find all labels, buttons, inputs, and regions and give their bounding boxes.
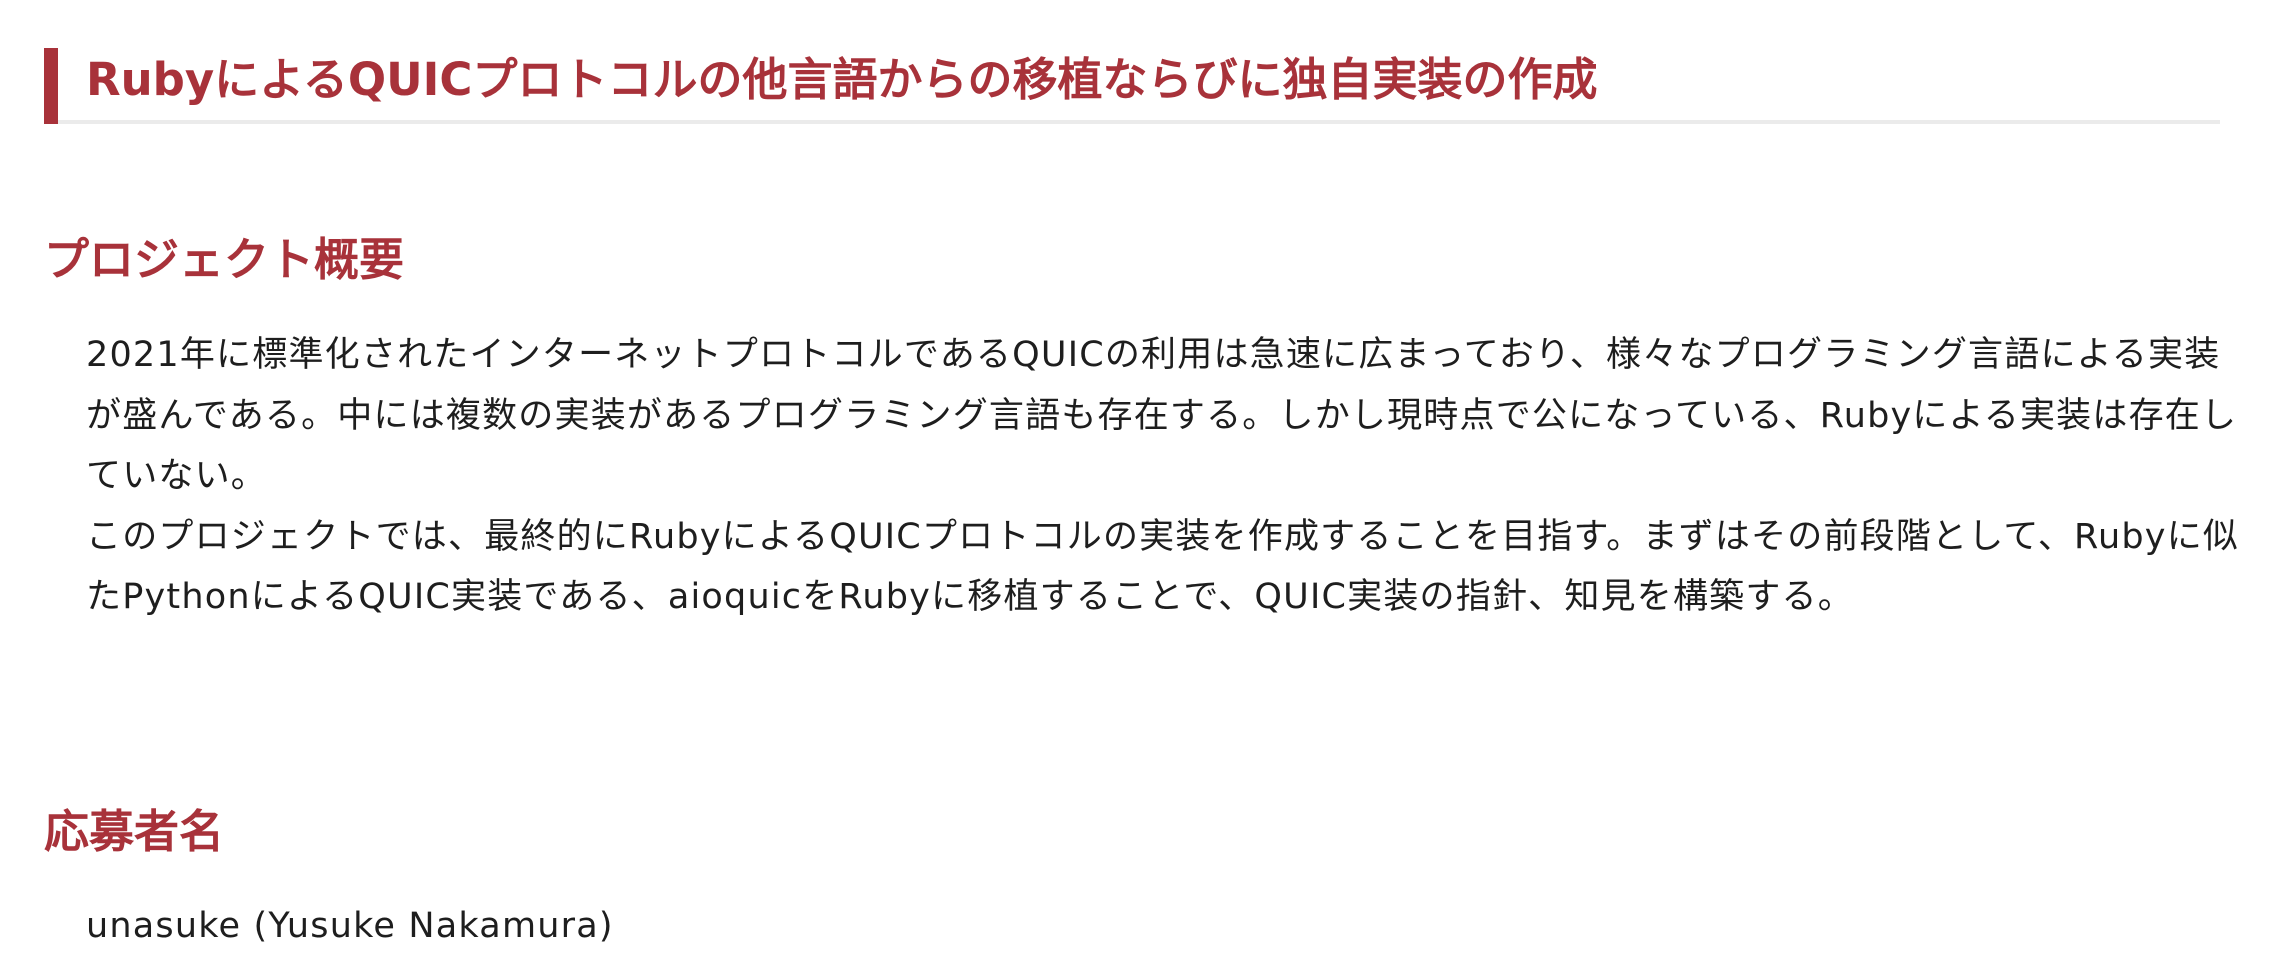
applicant-heading: 応募者名: [44, 805, 225, 858]
applicant-name: unasuke (Yusuke Nakamura): [86, 906, 614, 946]
title-underline: [58, 120, 2220, 124]
overview-paragraph-2: このプロジェクトでは、最終的にRubyによるQUICプロトコルの実装を作成するこ…: [86, 516, 2240, 618]
page-title-block: RubyによるQUICプロトコルの他言語からの移植ならびに独自実装の作成: [44, 48, 2220, 124]
overview-paragraph-1: 2021年に標準化されたインターネットプロトコルであるQUICの利用は急速に広ま…: [86, 335, 2238, 496]
overview-body: 2021年に標準化されたインターネットプロトコルであるQUICの利用は急速に広ま…: [86, 325, 2246, 628]
document-page: RubyによるQUICプロトコルの他言語からの移植ならびに独自実装の作成 プロジ…: [44, 44, 2238, 946]
overview-heading: プロジェクト概要: [44, 233, 405, 286]
page-title: RubyによるQUICプロトコルの他言語からの移植ならびに独自実装の作成: [86, 53, 1598, 106]
